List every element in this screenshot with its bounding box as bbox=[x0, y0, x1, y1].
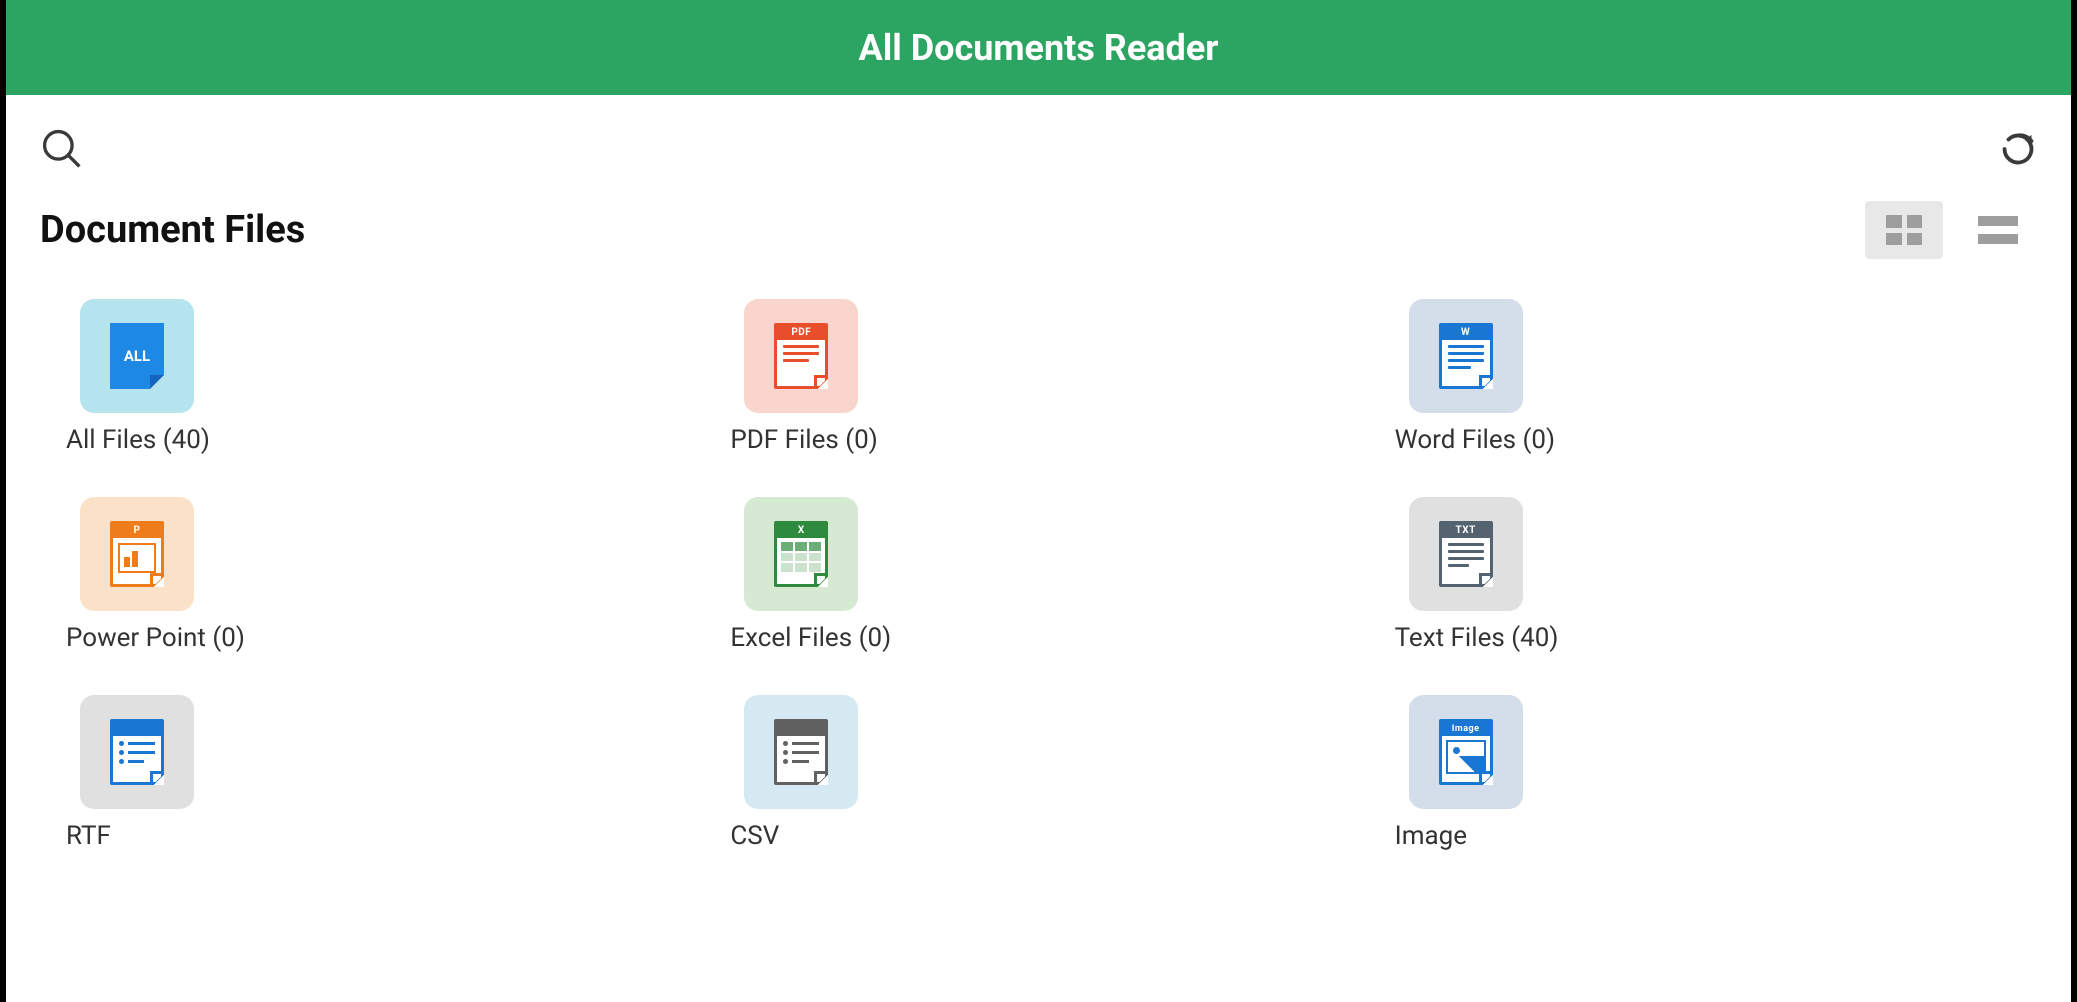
category-text-files[interactable]: TXT Text Files (40) bbox=[1371, 497, 2035, 653]
category-label: Image bbox=[1371, 821, 1467, 851]
grid-view-button[interactable] bbox=[1865, 201, 1943, 259]
category-excel-files[interactable]: X Excel Files (0) bbox=[706, 497, 1370, 653]
category-word-files[interactable]: W Word Files (0) bbox=[1371, 299, 2035, 455]
category-label: Word Files (0) bbox=[1371, 425, 1555, 455]
list-view-icon bbox=[1978, 216, 2018, 244]
refresh-icon bbox=[1999, 130, 2037, 168]
all-files-icon: ALL bbox=[80, 299, 194, 413]
category-label: Text Files (40) bbox=[1371, 623, 1559, 653]
search-button[interactable] bbox=[34, 121, 90, 180]
category-label: CSV bbox=[706, 821, 779, 851]
category-label: Power Point (0) bbox=[42, 623, 245, 653]
pdf-file-icon: PDF bbox=[744, 299, 858, 413]
category-image-files[interactable]: Image Image bbox=[1371, 695, 2035, 851]
category-all-files[interactable]: ALL All Files (40) bbox=[42, 299, 706, 455]
app-title: All Documents Reader bbox=[859, 27, 1219, 69]
powerpoint-file-icon: P bbox=[80, 497, 194, 611]
category-rtf-files[interactable]: RTF bbox=[42, 695, 706, 851]
excel-file-icon: X bbox=[744, 497, 858, 611]
category-label: PDF Files (0) bbox=[706, 425, 878, 455]
list-view-button[interactable] bbox=[1959, 201, 2037, 259]
section-title: Document Files bbox=[40, 208, 305, 252]
search-icon bbox=[40, 127, 84, 171]
view-toggle bbox=[1865, 201, 2037, 259]
category-pdf-files[interactable]: PDF PDF Files (0) bbox=[706, 299, 1370, 455]
grid-view-icon bbox=[1886, 215, 1922, 245]
section-header: Document Files bbox=[6, 185, 2071, 269]
csv-file-icon bbox=[744, 695, 858, 809]
toolbar bbox=[6, 95, 2071, 185]
text-file-icon: TXT bbox=[1409, 497, 1523, 611]
category-label: Excel Files (0) bbox=[706, 623, 891, 653]
category-grid: ALL All Files (40) PDF PDF Files (0) W W… bbox=[6, 269, 2071, 851]
rtf-file-icon bbox=[80, 695, 194, 809]
image-file-icon: Image bbox=[1409, 695, 1523, 809]
app-header: All Documents Reader bbox=[6, 0, 2071, 95]
category-powerpoint-files[interactable]: P Power Point (0) bbox=[42, 497, 706, 653]
category-label: All Files (40) bbox=[42, 425, 210, 455]
category-label: RTF bbox=[42, 821, 111, 851]
word-file-icon: W bbox=[1409, 299, 1523, 413]
refresh-button[interactable] bbox=[1993, 124, 2043, 177]
category-csv-files[interactable]: CSV bbox=[706, 695, 1370, 851]
